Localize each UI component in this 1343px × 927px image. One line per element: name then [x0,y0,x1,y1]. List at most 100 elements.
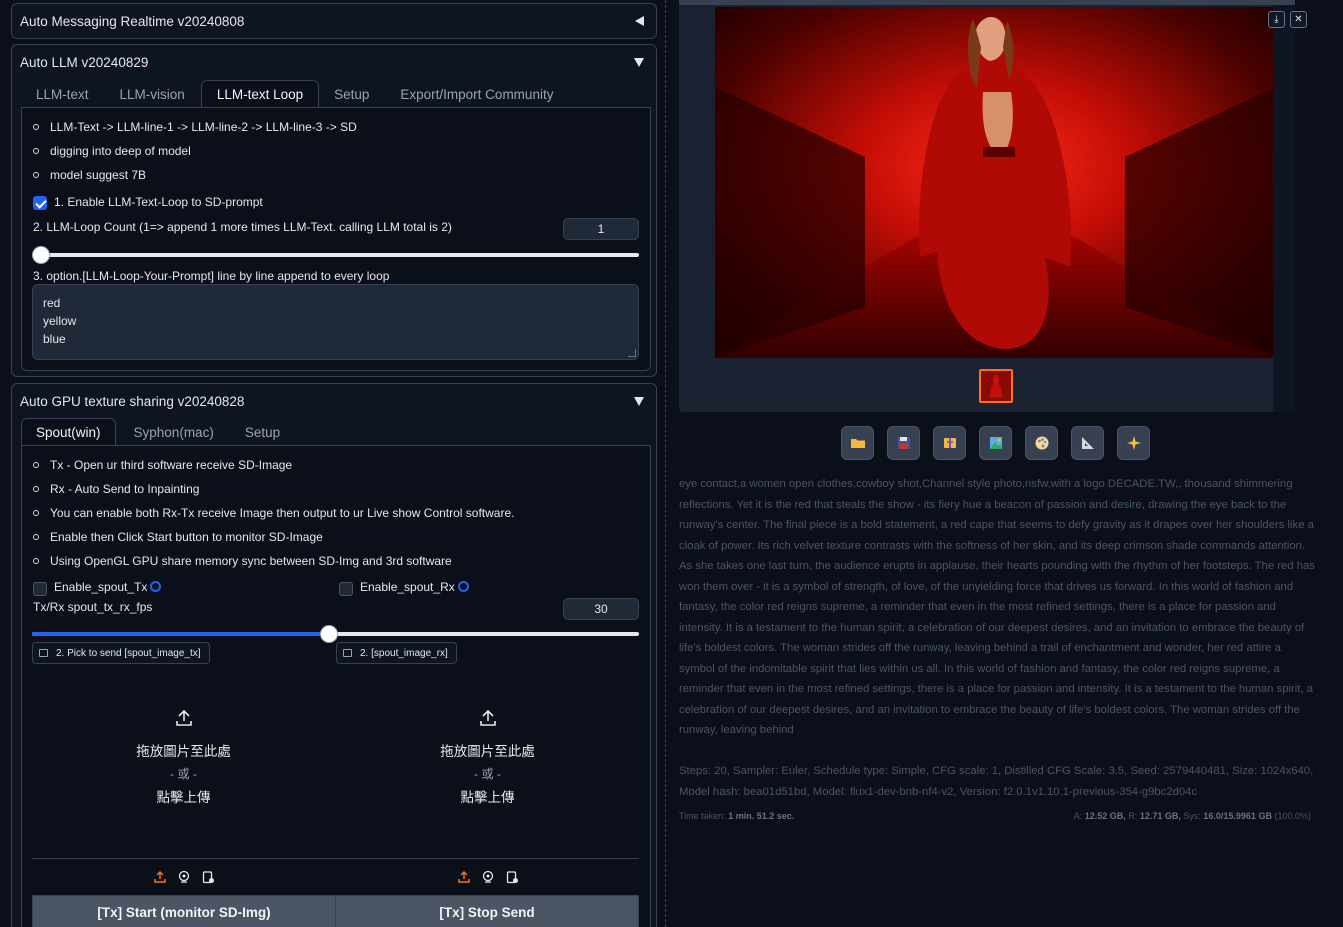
folder-icon [850,439,865,448]
rx-source-icons [457,870,519,884]
gallery-thumbnail[interactable] [979,369,1013,403]
auto-llm-accordion: Auto LLM v20240829 LLM-text LLM-vision L… [11,44,657,377]
loop-prompt-label: 3. option.[LLM-Loop-Your-Prompt] line by… [33,269,390,283]
sparkle-button[interactable] [1117,426,1150,460]
gpu-sharing-header[interactable]: Auto GPU texture sharing v20240828 [12,384,656,418]
llm-loop-bullets: LLM-Text -> LLM-line-1 -> LLM-line-2 -> … [32,119,357,191]
loop-count-input[interactable]: 1 [563,218,639,240]
image-toolbar [841,426,1150,460]
webcam-icon[interactable] [481,870,495,884]
fps-slider[interactable] [32,625,639,643]
progress-bar [679,0,1295,5]
vram-usage: A: 12.52 GB, R: 12.71 GB, Sys: 16.0/15.9… [1074,811,1311,821]
tx-stop-button[interactable]: [Tx] Stop Send [335,895,639,927]
tab-llm-vision[interactable]: LLM-vision [104,80,201,108]
sparkle-icon [1126,436,1141,450]
time-taken: Time taken: 1 min. 51.2 sec. [679,811,794,821]
tab-setup[interactable]: Setup [319,80,384,108]
tab-llm-text[interactable]: LLM-text [21,80,104,108]
tx-image-label-text: 2. Pick to send [spout_image_tx] [56,647,201,659]
list-item: model suggest 7B [32,167,357,191]
enable-spout-tx-label: Enable_spout_Tx [54,580,162,594]
fps-input[interactable]: 30 [563,598,639,620]
loop-prompt-textarea[interactable]: red yellow blue [32,284,639,360]
tab-spout-win[interactable]: Spout(win) [21,418,116,446]
auto-messaging-accordion[interactable]: Auto Messaging Realtime v20240808 [11,3,657,39]
enable-spout-tx-checkbox[interactable] [33,582,47,596]
tx-image-dropzone[interactable]: 拖放圖片至此處 - 或 - 點擊上傳 [32,708,335,806]
list-item: Rx - Auto Send to Inpainting [32,481,514,505]
list-item: LLM-Text -> LLM-line-1 -> LLM-line-2 -> … [32,119,357,143]
drop-text: 拖放圖片至此處 [440,744,535,759]
resize-handle-icon[interactable] [628,349,636,357]
tx-source-icons [153,870,215,884]
generated-image[interactable] [715,7,1276,358]
close-icon[interactable]: ✕ [1290,11,1307,28]
info-icon[interactable] [457,581,469,592]
palette-icon [1035,436,1048,450]
loop-prompt-line: red [43,296,61,310]
enable-spout-rx-checkbox[interactable] [339,582,353,596]
list-item: Enable then Click Start button to monito… [32,529,514,553]
ruler-icon [1081,437,1094,449]
save-icon [897,437,910,449]
send-to-inpaint-button[interactable] [1025,426,1058,460]
clipboard-icon[interactable] [505,870,519,884]
loop-prompt-line: blue [43,332,66,346]
webcam-icon[interactable] [177,870,191,884]
tx-image-label: 2. Pick to send [spout_image_tx] [32,642,210,664]
gpu-sharing-tabs: Spout(win) Syphon(mac) Setup [21,418,293,446]
zip-button[interactable] [933,426,966,460]
gallery-scrollbar[interactable] [1273,5,1295,412]
tx-start-button[interactable]: [Tx] Start (monitor SD-Img) [32,895,336,927]
send-to-extras-button[interactable] [1071,426,1104,460]
drop-click: 點擊上傳 [460,790,515,805]
time-taken-value: 1 min. 51.2 sec. [728,811,795,821]
rx-image-dropzone[interactable]: 拖放圖片至此處 - 或 - 點擊上傳 [336,708,639,806]
tab-export-import-community[interactable]: Export/Import Community [384,80,569,108]
expand-down-icon[interactable] [634,57,644,67]
image-icon [39,649,48,657]
info-icon[interactable] [150,581,162,592]
open-folder-button[interactable] [841,426,874,460]
drop-or: - 或 - [474,767,501,781]
tab-syphon-mac[interactable]: Syphon(mac) [116,418,232,446]
fps-slider-handle[interactable] [320,625,339,643]
vram-pct: (100.0%) [1274,811,1311,821]
auto-messaging-title: Auto Messaging Realtime v20240808 [20,13,245,29]
upload-icon [175,709,192,726]
vram-sys-value: 16.0/15.9961 GB [1203,811,1272,821]
list-item: Using OpenGL GPU share memory sync betwe… [32,553,514,577]
generation-info: eye contact,a women open clothes,cowboy … [679,478,1315,736]
enable-loop-checkbox[interactable] [33,196,47,210]
loop-prompt-line: yellow [43,314,77,328]
vram-sys-label: Sys: [1183,811,1201,821]
image-icon [989,437,1002,449]
upload-icon[interactable] [457,870,471,884]
app-root: Auto Messaging Realtime v20240808 Auto L… [0,0,1343,927]
send-to-img2img-button[interactable] [979,426,1012,460]
thumbnail-image [981,371,1011,401]
loop-count-slider[interactable] [32,246,639,264]
gpu-sharing-accordion: Auto GPU texture sharing v20240828 Spout… [11,383,657,927]
expand-down-icon[interactable] [634,396,644,406]
fps-slider-fill [32,632,330,636]
time-taken-label: Time taken: [679,811,726,821]
enable-loop-label: 1. Enable LLM-Text-Loop to SD-prompt [54,195,263,209]
loop-count-label: 2. LLM-Loop Count (1=> append 1 more tim… [33,220,452,234]
auto-messaging-header[interactable]: Auto Messaging Realtime v20240808 [12,4,656,38]
generation-params: Steps: 20, Sampler: Euler, Schedule type… [679,765,1314,798]
left-column: Auto Messaging Realtime v20240808 Auto L… [0,0,664,927]
download-icon[interactable]: ⤓ [1268,11,1285,28]
save-button[interactable] [887,426,920,460]
collapse-left-icon[interactable] [635,16,644,26]
list-item: You can enable both Rx-Tx receive Image … [32,505,514,529]
upload-icon[interactable] [153,870,167,884]
loop-count-slider-handle[interactable] [32,246,50,264]
clipboard-icon[interactable] [201,870,215,884]
tab-gpu-setup[interactable]: Setup [232,418,293,446]
tab-llm-text-loop[interactable]: LLM-text Loop [200,80,320,108]
spout-bullets: Tx - Open ur third software receive SD-I… [32,457,514,577]
spout-panel: Tx - Open ur third software receive SD-I… [21,445,651,927]
auto-llm-header[interactable]: Auto LLM v20240829 [12,45,656,79]
